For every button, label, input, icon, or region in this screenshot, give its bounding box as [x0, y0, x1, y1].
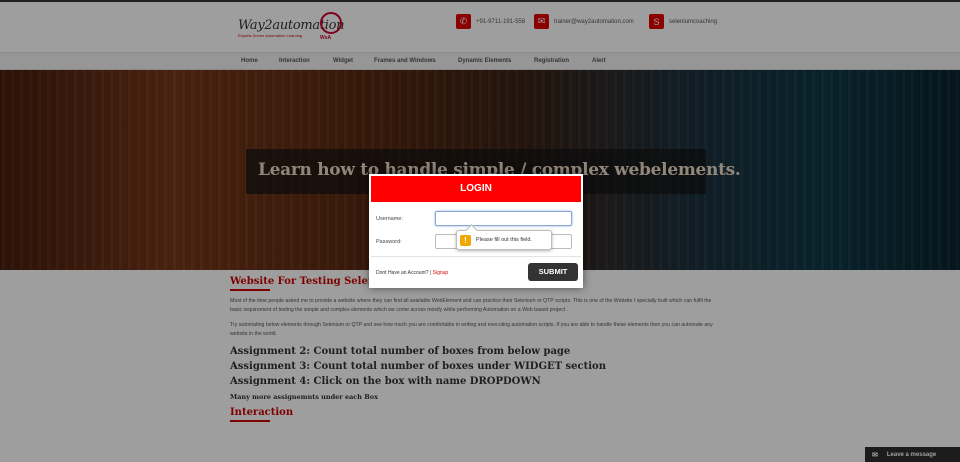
submit-button[interactable]: SUBMIT	[528, 263, 578, 281]
account-prompt-text: Dont Have an Account?	[376, 270, 429, 276]
password-label: Password:	[376, 239, 402, 245]
modal-divider	[371, 256, 581, 257]
validation-message: Please fill out this field.	[476, 237, 532, 243]
signup-link[interactable]: Signup	[433, 270, 449, 276]
account-prompt: Dont Have an Account? | Signup	[376, 270, 448, 276]
login-title: LOGIN	[371, 176, 581, 202]
username-label: Username:	[376, 216, 403, 222]
username-input[interactable]	[435, 211, 572, 226]
warning-icon: !	[460, 234, 471, 246]
validation-tooltip: ! Please fill out this field.	[456, 230, 552, 250]
